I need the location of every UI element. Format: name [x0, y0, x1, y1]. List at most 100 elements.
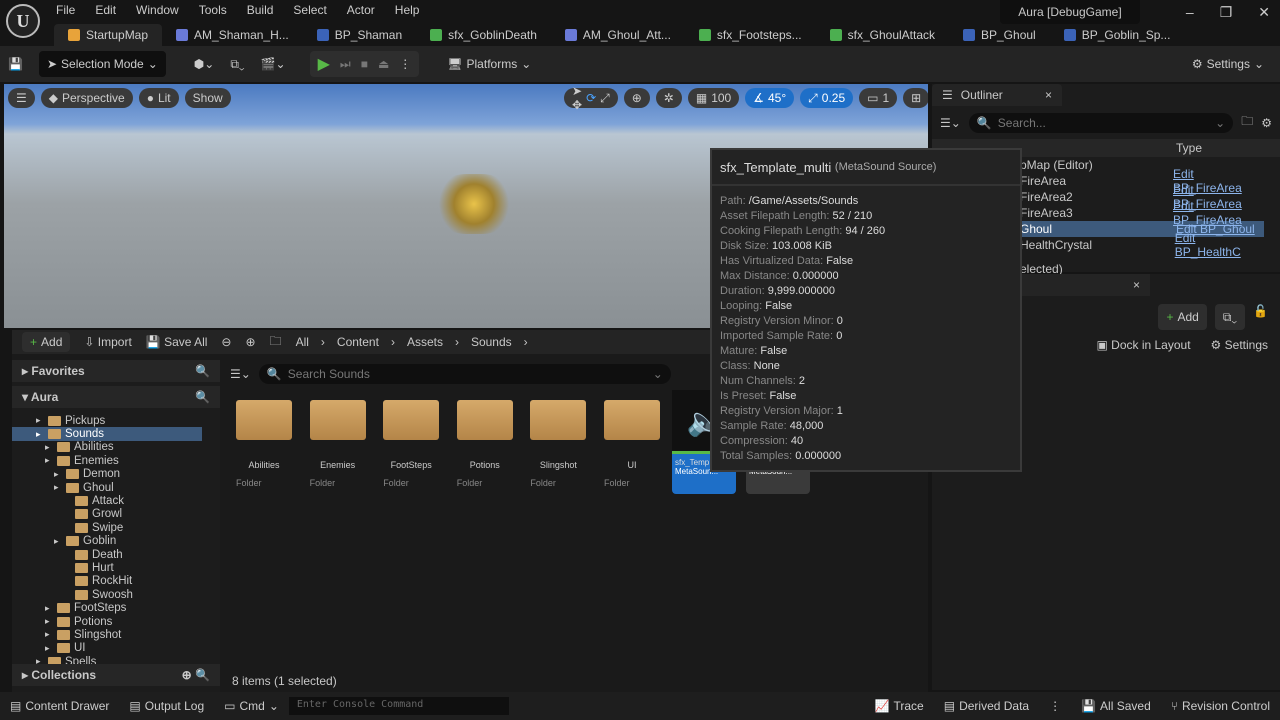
- tab-bp-ghoul[interactable]: BP_Ghoul: [949, 24, 1050, 46]
- folder-tile[interactable]: Potions Folder: [453, 392, 517, 492]
- grid-snap-button[interactable]: ▦ 100: [687, 88, 740, 108]
- content-drawer-button[interactable]: ▤ Content Drawer: [0, 699, 119, 713]
- world-space-icon[interactable]: ⊕: [623, 88, 650, 108]
- tree-folder-pickups[interactable]: ▸ Pickups: [12, 414, 220, 427]
- folder-tile[interactable]: Enemies Folder: [306, 392, 370, 492]
- tab-sfx-goblindeath[interactable]: sfx_GoblinDeath: [416, 24, 551, 46]
- add-folder-icon[interactable]: 🗀: [1241, 112, 1253, 133]
- minimize-icon[interactable]: –: [1186, 4, 1194, 21]
- dock-in-layout-button[interactable]: ▣ Dock in Layout: [1096, 338, 1190, 352]
- cinematics-icon[interactable]: 🎬⌄: [253, 51, 294, 77]
- settings-dropdown[interactable]: ⚙ Settings ⌄: [1184, 51, 1272, 77]
- breadcrumb-all[interactable]: All: [296, 335, 309, 349]
- expand-arrow-icon[interactable]: ▸: [45, 616, 53, 627]
- breadcrumb-sounds[interactable]: Sounds: [471, 335, 512, 349]
- import-button[interactable]: ⇩ Import: [84, 335, 131, 349]
- unreal-logo-icon[interactable]: U: [6, 4, 40, 38]
- expand-arrow-icon[interactable]: ▸: [45, 603, 53, 614]
- tab-bp-shaman[interactable]: BP_Shaman: [303, 24, 416, 46]
- tree-folder-spells[interactable]: ▸ Spells: [12, 655, 220, 664]
- back-icon[interactable]: ⊖: [221, 335, 231, 349]
- tree-folder-attack[interactable]: Attack: [12, 494, 220, 507]
- folder-tile[interactable]: UI Folder: [600, 392, 664, 492]
- scale-snap-button[interactable]: ⤢ 0.25: [800, 88, 854, 108]
- transform-tools[interactable]: ➤ ✥ ⟳ ⤢: [564, 84, 618, 112]
- outliner-row[interactable]: HealthCrystal Edit BP_HealthC: [1020, 231, 1264, 259]
- search-sounds-input[interactable]: 🔍 Search Sounds ⌄: [258, 364, 671, 384]
- stop-icon[interactable]: ■: [361, 57, 368, 71]
- menu-file[interactable]: File: [56, 3, 75, 17]
- ghoul-character[interactable]: [434, 174, 514, 234]
- close-tab-icon[interactable]: ×: [1045, 88, 1052, 102]
- aura-section[interactable]: ▾ Aura 🔍: [12, 386, 220, 408]
- console-input[interactable]: Enter Console Command: [288, 697, 509, 715]
- surface-snap-icon[interactable]: ✲: [655, 88, 682, 108]
- expand-arrow-icon[interactable]: ▸: [45, 442, 53, 453]
- settings-button[interactable]: ⚙ Settings: [1211, 338, 1268, 352]
- tree-folder-growl[interactable]: Growl: [12, 508, 220, 521]
- search-icon[interactable]: 🔍: [195, 668, 210, 682]
- tree-folder-swipe[interactable]: Swipe: [12, 521, 220, 534]
- restore-icon[interactable]: ❐: [1220, 4, 1233, 21]
- derived-data-button[interactable]: ▤ Derived Data: [934, 699, 1039, 713]
- menu-actor[interactable]: Actor: [347, 3, 375, 17]
- tree-folder-abilities[interactable]: ▸ Abilities: [12, 441, 220, 454]
- tab-sfx-footsteps-[interactable]: sfx_Footsteps...: [685, 24, 816, 46]
- expand-arrow-icon[interactable]: ▸: [45, 629, 53, 640]
- favorites-section[interactable]: ▸ Favorites 🔍: [12, 360, 220, 382]
- menu-window[interactable]: Window: [136, 3, 179, 17]
- expand-arrow-icon[interactable]: ▸: [36, 415, 44, 426]
- tab-am-shaman-h-[interactable]: AM_Shaman_H...: [162, 24, 303, 46]
- all-saved-button[interactable]: 💾 All Saved: [1071, 699, 1161, 713]
- tree-folder-sounds[interactable]: ▸ Sounds: [12, 427, 202, 441]
- camera-speed-button[interactable]: ▭ 1: [859, 88, 898, 108]
- tree-folder-ghoul[interactable]: ▸ Ghoul: [12, 481, 220, 494]
- cmd-button[interactable]: ▭ Cmd ⌄: [214, 699, 289, 713]
- perspective-button[interactable]: ◆ Perspective: [40, 88, 133, 108]
- expand-arrow-icon[interactable]: ▸: [45, 643, 53, 654]
- forward-icon[interactable]: ⊕: [245, 335, 255, 349]
- more-icon[interactable]: ⋮: [1039, 699, 1071, 713]
- folder-tile[interactable]: FootSteps Folder: [379, 392, 443, 492]
- revision-control-button[interactable]: ⑂ Revision Control: [1161, 699, 1280, 713]
- save-icon[interactable]: 💾: [0, 51, 31, 77]
- save-all-button[interactable]: 💾 Save All: [146, 335, 208, 349]
- eject-icon[interactable]: ⏏: [378, 57, 389, 71]
- rotation-snap-button[interactable]: ∡ 45°: [745, 88, 795, 108]
- blueprint-graph-icon[interactable]: ⧉⌄: [222, 51, 252, 77]
- selection-mode-dropdown[interactable]: ➤ Selection Mode ⌄: [38, 51, 166, 77]
- gear-icon[interactable]: ⚙: [1261, 116, 1272, 130]
- play-icon[interactable]: ▶: [318, 54, 330, 74]
- menu-select[interactable]: Select: [293, 3, 326, 17]
- skip-icon[interactable]: ⏭: [340, 57, 351, 72]
- output-log-button[interactable]: ▤ Output Log: [119, 699, 214, 713]
- menu-tools[interactable]: Tools: [199, 3, 227, 17]
- layout-icon[interactable]: ⊞: [903, 88, 928, 108]
- tree-folder-potions[interactable]: ▸ Potions: [12, 615, 220, 628]
- add-component-button[interactable]: + Add: [1158, 304, 1207, 330]
- filter-icon[interactable]: ☰⌄: [940, 116, 961, 130]
- folder-tile[interactable]: Abilities Folder: [232, 392, 296, 492]
- tab-sfx-ghoulattack[interactable]: sfx_GhoulAttack: [816, 24, 949, 46]
- show-button[interactable]: Show: [184, 88, 231, 108]
- tree-folder-enemies[interactable]: ▸ Enemies: [12, 454, 220, 467]
- add-collection-icon[interactable]: ⊕: [182, 668, 192, 682]
- expand-arrow-icon[interactable]: ▸: [45, 455, 53, 466]
- search-icon[interactable]: 🔍: [195, 364, 210, 378]
- tree-folder-rockhit[interactable]: RockHit: [12, 575, 220, 588]
- edit-blueprint-link[interactable]: Edit BP_HealthC: [1175, 231, 1264, 259]
- breadcrumb-assets[interactable]: Assets: [407, 335, 443, 349]
- tab-am-ghoul-att-[interactable]: AM_Ghoul_Att...: [551, 24, 685, 46]
- expand-arrow-icon[interactable]: ▸: [54, 482, 62, 493]
- search-icon[interactable]: 🔍: [195, 390, 210, 404]
- close-tab-icon[interactable]: ×: [1020, 274, 1150, 296]
- tree-folder-ui[interactable]: ▸ UI: [12, 642, 220, 655]
- platforms-dropdown[interactable]: 🖥 Platforms ⌄: [439, 51, 539, 77]
- tree-folder-demon[interactable]: ▸ Demon: [12, 468, 220, 481]
- outliner-row[interactable]: FireArea3 Edit BP_FireArea: [1020, 199, 1264, 227]
- tab-startupmap[interactable]: StartupMap: [54, 24, 163, 46]
- expand-arrow-icon[interactable]: ▸: [36, 656, 44, 664]
- lock-icon[interactable]: 🔓: [1253, 304, 1268, 330]
- tree-folder-hurt[interactable]: Hurt: [12, 561, 220, 574]
- menu-edit[interactable]: Edit: [95, 3, 116, 17]
